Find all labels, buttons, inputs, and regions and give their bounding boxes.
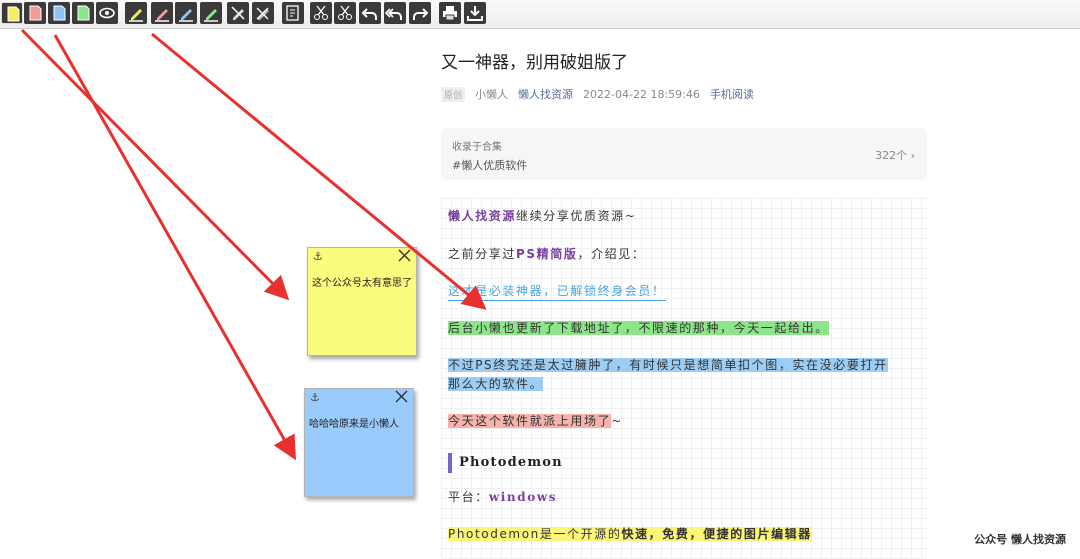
arrow-to-yellow-note	[20, 28, 290, 301]
platform-value: windows	[488, 490, 558, 504]
note-text[interactable]: 这个公众号太有意思了	[312, 274, 412, 289]
erase-all-icon[interactable]	[252, 2, 274, 24]
close-icon[interactable]	[398, 249, 411, 262]
undo-icon[interactable]	[359, 2, 381, 24]
paragraph-8-prefix: Photodemon是一个开源的	[448, 527, 622, 541]
watermark: 公众号 懒人找资源	[974, 533, 1066, 546]
highlight-blue-text-1: 不过PS终究还是太过臃肿了，有时候只是想简单扣个图，实在没必要打开	[448, 358, 888, 372]
paragraph-6: 今天这个软件就派上用场了~	[448, 412, 623, 429]
mobile-read-link[interactable]: 手机阅读	[710, 86, 754, 102]
paragraph-1: 懒人找资源继续分享优质资源~	[448, 207, 636, 224]
collection-count[interactable]: 322个 ›	[875, 147, 915, 163]
article-meta: 原创 小懒人 懒人找资源 2022-04-22 18:59:46 手机阅读	[441, 86, 754, 102]
note-text[interactable]: 哈哈哈原来是小懒人	[309, 415, 399, 430]
paragraph-8-bold: 快速，免费，便捷的图片编辑器	[621, 527, 812, 541]
paragraph-1-text: 继续分享优质资源~	[516, 209, 637, 223]
paragraph-2-before: 之前分享过	[448, 247, 517, 261]
annotation-toolbar	[0, 0, 1080, 29]
yellow-highlighter-icon[interactable]	[125, 2, 147, 24]
paragraph-4: 后台小懒也更新了下载地址了，不限速的那种，今天一起给出。	[448, 319, 829, 336]
highlight-blue-text-2: 那么大的软件。	[448, 377, 544, 391]
highlight-green-text: 后台小懒也更新了下载地址了，不限速的那种，今天一起给出。	[448, 321, 829, 335]
note-header[interactable]: ⚓	[308, 248, 416, 266]
related-article-link[interactable]: 这才是必装神器，已解锁终身会员！	[448, 284, 666, 301]
publish-datetime: 2022-04-22 18:59:46	[583, 87, 700, 101]
paragraph-5-line-1: 不过PS终究还是太过臃肿了，有时候只是想简单扣个图，实在没必要打开	[448, 356, 888, 373]
blue-highlighter-icon[interactable]	[175, 2, 197, 24]
highlight-red-text: 今天这个软件就派上用场了	[448, 414, 612, 428]
red-note-icon[interactable]	[24, 2, 46, 24]
collection-card[interactable]: 收录于合集 #懒人优质软件 322个 ›	[441, 128, 927, 180]
paragraph-8: Photodemon是一个开源的快速，免费，便捷的图片编辑器	[448, 525, 812, 542]
section-title: Photodemon	[459, 455, 563, 470]
green-highlighter-icon[interactable]	[200, 2, 222, 24]
erase-highlight-icon[interactable]	[227, 2, 249, 24]
account-link[interactable]: 懒人找资源	[518, 86, 573, 102]
original-badge: 原创	[441, 86, 466, 102]
paragraph-2: 之前分享过PS精简版，介绍见：	[448, 245, 645, 262]
close-icon[interactable]	[395, 390, 408, 403]
anchor-icon[interactable]: ⚓	[313, 250, 323, 263]
redo-icon[interactable]	[409, 2, 431, 24]
blue-note-icon[interactable]	[48, 2, 70, 24]
paragraph-2-after: ，介绍见：	[577, 247, 646, 261]
author-name: 小懒人	[475, 88, 509, 101]
scissors-alt-icon[interactable]	[334, 2, 356, 24]
highlight-yellow-text: Photodemon是一个开源的快速，免费，便捷的图片编辑器	[448, 527, 812, 541]
section-accent-bar	[448, 453, 452, 473]
platform-line: 平台：windows	[448, 488, 557, 505]
arrow-to-blue-note	[53, 34, 296, 461]
paragraph-5-line-2: 那么大的软件。	[448, 375, 544, 392]
paragraph-3: 这才是必装神器，已解锁终身会员！	[448, 282, 666, 301]
edit-page-icon[interactable]	[282, 2, 304, 24]
ps-lite-name: PS精简版	[516, 247, 578, 261]
collection-tag[interactable]: #懒人优质软件	[452, 157, 527, 173]
platform-label: 平台：	[448, 490, 489, 504]
anchor-icon[interactable]: ⚓	[310, 391, 320, 404]
sticky-note-yellow[interactable]: ⚓ 这个公众号太有意思了	[307, 247, 417, 356]
green-note-icon[interactable]	[72, 2, 94, 24]
sticky-note-blue[interactable]: ⚓ 哈哈哈原来是小懒人	[304, 388, 414, 497]
note-header[interactable]: ⚓	[305, 389, 413, 407]
brand-name: 懒人找资源	[448, 209, 517, 223]
red-highlighter-icon[interactable]	[151, 2, 173, 24]
print-icon[interactable]	[439, 2, 461, 24]
yellow-note-icon[interactable]	[1, 2, 23, 24]
undo-all-icon[interactable]	[384, 2, 406, 24]
article-title: 又一神器，别用破姐版了	[441, 53, 628, 73]
collection-label: 收录于合集	[452, 142, 502, 153]
scissors-icon[interactable]	[310, 2, 332, 24]
download-icon[interactable]	[464, 2, 486, 24]
paragraph-6-tail: ~	[611, 414, 623, 428]
eye-icon[interactable]	[96, 2, 118, 24]
